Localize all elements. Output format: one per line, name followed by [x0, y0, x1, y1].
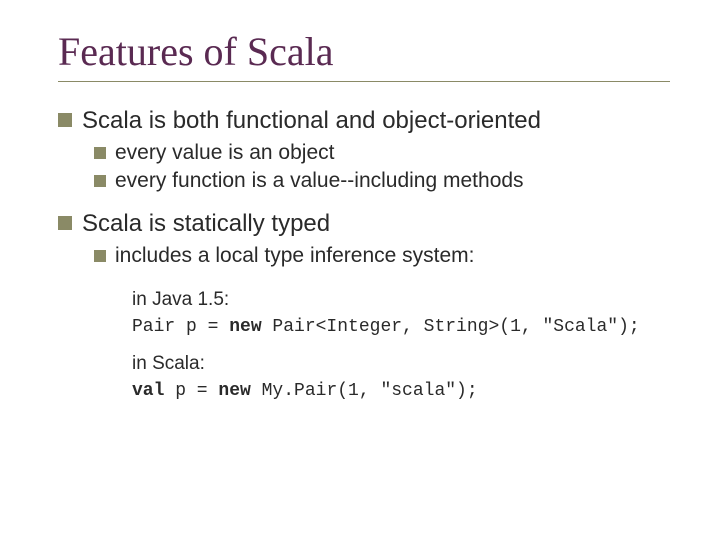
- square-bullet-icon: [58, 216, 72, 230]
- code-keyword: new: [229, 317, 261, 337]
- bullet-level1: Scala is both functional and object-orie…: [58, 106, 670, 136]
- code-text: Pair<Integer, String>(1, "Scala");: [262, 317, 640, 337]
- bullet-text: Scala is statically typed: [82, 209, 330, 239]
- code-label-scala: in Scala:: [132, 353, 670, 375]
- bullet-level2: every value is an object: [94, 140, 670, 166]
- title-rule: [58, 81, 670, 82]
- bullet-text: every function is a value--including met…: [115, 168, 524, 194]
- code-text: p =: [164, 381, 218, 401]
- square-bullet-icon: [58, 113, 72, 127]
- square-bullet-icon: [94, 175, 106, 187]
- slide: Features of Scala Scala is both function…: [0, 0, 720, 540]
- slide-title: Features of Scala: [58, 28, 670, 75]
- code-label-java: in Java 1.5:: [132, 289, 670, 311]
- code-keyword: val: [132, 381, 164, 401]
- bullet-level1: Scala is statically typed: [58, 209, 670, 239]
- code-text: Pair p =: [132, 317, 229, 337]
- bullet-text: every value is an object: [115, 140, 334, 166]
- bullet-text: Scala is both functional and object-orie…: [82, 106, 541, 136]
- square-bullet-icon: [94, 250, 106, 262]
- code-scala: val p = new My.Pair(1, "scala");: [132, 381, 670, 401]
- code-keyword: new: [218, 381, 250, 401]
- square-bullet-icon: [94, 147, 106, 159]
- bullet-level2: includes a local type inference system:: [94, 243, 670, 269]
- bullet-text: includes a local type inference system:: [115, 243, 475, 269]
- code-java: Pair p = new Pair<Integer, String>(1, "S…: [132, 317, 670, 337]
- code-text: My.Pair(1, "scala");: [251, 381, 478, 401]
- bullet-level2: every function is a value--including met…: [94, 168, 670, 194]
